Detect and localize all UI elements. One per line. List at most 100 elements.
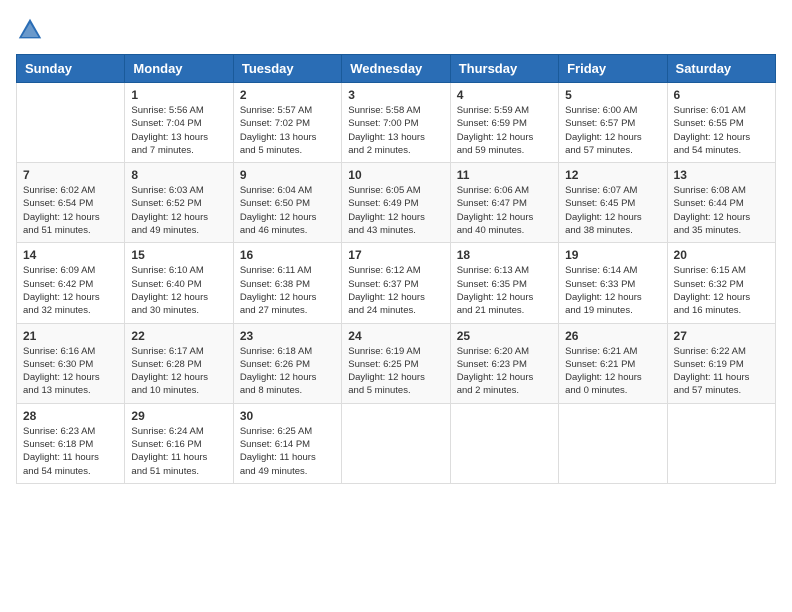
calendar-cell: 10Sunrise: 6:05 AM Sunset: 6:49 PM Dayli… — [342, 163, 450, 243]
day-info: Sunrise: 5:56 AM Sunset: 7:04 PM Dayligh… — [131, 104, 226, 157]
calendar-header-saturday: Saturday — [667, 55, 775, 83]
day-number: 24 — [348, 329, 443, 343]
calendar-cell: 19 Sunrise: 6:14 AM Sunset: 6:33 PM Dayli… — [559, 243, 667, 323]
day-info: Sunrise: 6:13 AM Sunset: 6:35 PM Dayligh… — [457, 264, 552, 317]
logo-icon — [16, 16, 44, 44]
calendar-cell — [450, 403, 558, 483]
calendar-week-3: 14 Sunrise: 6:09 AM Sunset: 6:42 PM Dayli… — [17, 243, 776, 323]
calendar-cell: 4 Sunrise: 5:59 AM Sunset: 6:59 PM Daylig… — [450, 83, 558, 163]
calendar-header-sunday: Sunday — [17, 55, 125, 83]
day-number: 6 — [674, 88, 769, 102]
day-number: 12 — [565, 168, 660, 182]
calendar-cell: 24 Sunrise: 6:19 AM Sunset: 6:25 PM Dayli… — [342, 323, 450, 403]
calendar-cell: 30Sunrise: 6:25 AM Sunset: 6:14 PM Dayli… — [233, 403, 341, 483]
calendar-header-tuesday: Tuesday — [233, 55, 341, 83]
calendar-cell: 23 Sunrise: 6:18 AM Sunset: 6:26 PM Dayli… — [233, 323, 341, 403]
day-info: Sunrise: 6:14 AM Sunset: 6:33 PM Dayligh… — [565, 264, 660, 317]
calendar-week-4: 21Sunrise: 6:16 AM Sunset: 6:30 PM Dayli… — [17, 323, 776, 403]
day-number: 8 — [131, 168, 226, 182]
calendar-cell: 12 Sunrise: 6:07 AM Sunset: 6:45 PM Dayli… — [559, 163, 667, 243]
day-number: 2 — [240, 88, 335, 102]
calendar-cell: 14 Sunrise: 6:09 AM Sunset: 6:42 PM Dayli… — [17, 243, 125, 323]
calendar-cell: 28 Sunrise: 6:23 AM Sunset: 6:18 PM Dayli… — [17, 403, 125, 483]
day-number: 11 — [457, 168, 552, 182]
day-info: Sunrise: 6:22 AM Sunset: 6:19 PM Dayligh… — [674, 345, 769, 398]
day-number: 17 — [348, 248, 443, 262]
day-number: 5 — [565, 88, 660, 102]
calendar-cell: 3 Sunrise: 5:58 AM Sunset: 7:00 PM Daylig… — [342, 83, 450, 163]
logo — [16, 16, 48, 44]
day-number: 9 — [240, 168, 335, 182]
calendar-header-monday: Monday — [125, 55, 233, 83]
day-number: 7 — [23, 168, 118, 182]
calendar-cell: 2 Sunrise: 5:57 AM Sunset: 7:02 PM Daylig… — [233, 83, 341, 163]
page-header — [16, 16, 776, 44]
calendar-header-wednesday: Wednesday — [342, 55, 450, 83]
day-number: 20 — [674, 248, 769, 262]
calendar-cell: 20 Sunrise: 6:15 AM Sunset: 6:32 PM Dayli… — [667, 243, 775, 323]
calendar-cell: 11 Sunrise: 6:06 AM Sunset: 6:47 PM Dayli… — [450, 163, 558, 243]
day-info: Sunrise: 6:06 AM Sunset: 6:47 PM Dayligh… — [457, 184, 552, 237]
calendar-cell: 17 Sunrise: 6:12 AM Sunset: 6:37 PM Dayli… — [342, 243, 450, 323]
day-info: Sunrise: 5:59 AM Sunset: 6:59 PM Dayligh… — [457, 104, 552, 157]
day-number: 18 — [457, 248, 552, 262]
day-number: 3 — [348, 88, 443, 102]
day-info: Sunrise: 6:11 AM Sunset: 6:38 PM Dayligh… — [240, 264, 335, 317]
day-info: Sunrise: 5:57 AM Sunset: 7:02 PM Dayligh… — [240, 104, 335, 157]
calendar-header-row: SundayMondayTuesdayWednesdayThursdayFrid… — [17, 55, 776, 83]
day-info: Sunrise: 6:25 AM Sunset: 6:14 PM Dayligh… — [240, 425, 335, 478]
calendar-cell: 9 Sunrise: 6:04 AM Sunset: 6:50 PM Daylig… — [233, 163, 341, 243]
day-info: Sunrise: 6:18 AM Sunset: 6:26 PM Dayligh… — [240, 345, 335, 398]
calendar-cell: 22 Sunrise: 6:17 AM Sunset: 6:28 PM Dayli… — [125, 323, 233, 403]
calendar-week-1: 1Sunrise: 5:56 AM Sunset: 7:04 PM Daylig… — [17, 83, 776, 163]
calendar-cell — [17, 83, 125, 163]
day-number: 27 — [674, 329, 769, 343]
calendar-cell: 26Sunrise: 6:21 AM Sunset: 6:21 PM Dayli… — [559, 323, 667, 403]
day-number: 25 — [457, 329, 552, 343]
day-number: 21 — [23, 329, 118, 343]
day-info: Sunrise: 6:03 AM Sunset: 6:52 PM Dayligh… — [131, 184, 226, 237]
calendar-cell: 27 Sunrise: 6:22 AM Sunset: 6:19 PM Dayli… — [667, 323, 775, 403]
calendar-week-2: 7Sunrise: 6:02 AM Sunset: 6:54 PM Daylig… — [17, 163, 776, 243]
day-info: Sunrise: 6:08 AM Sunset: 6:44 PM Dayligh… — [674, 184, 769, 237]
day-number: 4 — [457, 88, 552, 102]
day-info: Sunrise: 6:09 AM Sunset: 6:42 PM Dayligh… — [23, 264, 118, 317]
day-number: 28 — [23, 409, 118, 423]
calendar-cell: 29 Sunrise: 6:24 AM Sunset: 6:16 PM Dayli… — [125, 403, 233, 483]
calendar-cell: 1Sunrise: 5:56 AM Sunset: 7:04 PM Daylig… — [125, 83, 233, 163]
calendar-cell: 18 Sunrise: 6:13 AM Sunset: 6:35 PM Dayli… — [450, 243, 558, 323]
day-info: Sunrise: 6:23 AM Sunset: 6:18 PM Dayligh… — [23, 425, 118, 478]
day-info: Sunrise: 6:15 AM Sunset: 6:32 PM Dayligh… — [674, 264, 769, 317]
calendar-cell: 16 Sunrise: 6:11 AM Sunset: 6:38 PM Dayli… — [233, 243, 341, 323]
calendar-cell: 6Sunrise: 6:01 AM Sunset: 6:55 PM Daylig… — [667, 83, 775, 163]
calendar-cell — [342, 403, 450, 483]
day-info: Sunrise: 5:58 AM Sunset: 7:00 PM Dayligh… — [348, 104, 443, 157]
day-number: 26 — [565, 329, 660, 343]
day-info: Sunrise: 6:24 AM Sunset: 6:16 PM Dayligh… — [131, 425, 226, 478]
calendar-week-5: 28 Sunrise: 6:23 AM Sunset: 6:18 PM Dayli… — [17, 403, 776, 483]
calendar-cell: 15Sunrise: 6:10 AM Sunset: 6:40 PM Dayli… — [125, 243, 233, 323]
day-number: 13 — [674, 168, 769, 182]
calendar-cell — [667, 403, 775, 483]
day-number: 19 — [565, 248, 660, 262]
day-number: 14 — [23, 248, 118, 262]
day-info: Sunrise: 6:07 AM Sunset: 6:45 PM Dayligh… — [565, 184, 660, 237]
day-number: 23 — [240, 329, 335, 343]
day-info: Sunrise: 6:20 AM Sunset: 6:23 PM Dayligh… — [457, 345, 552, 398]
calendar-cell: 7Sunrise: 6:02 AM Sunset: 6:54 PM Daylig… — [17, 163, 125, 243]
day-number: 22 — [131, 329, 226, 343]
calendar-cell: 8 Sunrise: 6:03 AM Sunset: 6:52 PM Daylig… — [125, 163, 233, 243]
day-info: Sunrise: 6:19 AM Sunset: 6:25 PM Dayligh… — [348, 345, 443, 398]
calendar-header-friday: Friday — [559, 55, 667, 83]
day-info: Sunrise: 6:12 AM Sunset: 6:37 PM Dayligh… — [348, 264, 443, 317]
day-info: Sunrise: 6:17 AM Sunset: 6:28 PM Dayligh… — [131, 345, 226, 398]
calendar-cell: 13 Sunrise: 6:08 AM Sunset: 6:44 PM Dayli… — [667, 163, 775, 243]
day-info: Sunrise: 6:04 AM Sunset: 6:50 PM Dayligh… — [240, 184, 335, 237]
calendar-header-thursday: Thursday — [450, 55, 558, 83]
day-number: 29 — [131, 409, 226, 423]
calendar-cell: 21Sunrise: 6:16 AM Sunset: 6:30 PM Dayli… — [17, 323, 125, 403]
calendar-cell: 5Sunrise: 6:00 AM Sunset: 6:57 PM Daylig… — [559, 83, 667, 163]
day-number: 16 — [240, 248, 335, 262]
calendar: SundayMondayTuesdayWednesdayThursdayFrid… — [16, 54, 776, 484]
day-number: 10 — [348, 168, 443, 182]
